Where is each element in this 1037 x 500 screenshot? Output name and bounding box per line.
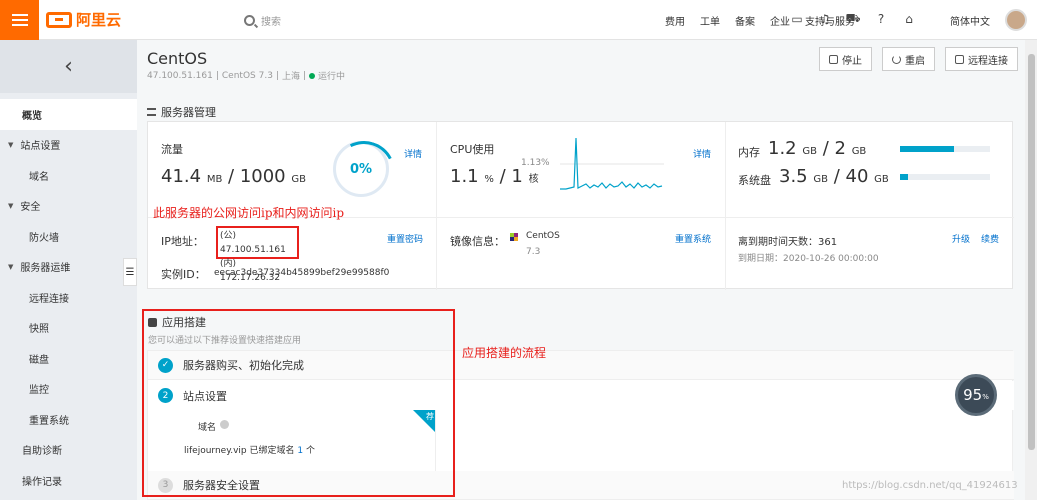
reset-password-link[interactable]: 重置密码 bbox=[387, 232, 423, 245]
top-icons: ▭ ♫ ⛟ ? ⌂ bbox=[789, 11, 917, 27]
restart-button[interactable]: 重启 bbox=[882, 47, 935, 71]
terminal-icon[interactable]: ▭ bbox=[789, 11, 805, 27]
memory-value: 1.2 GB / 2 GB bbox=[768, 138, 867, 159]
help-icon[interactable]: ? bbox=[873, 11, 889, 27]
image-name: CentOS bbox=[526, 231, 560, 241]
expiry-date: 到期日期：2020-10-26 00:00:00 bbox=[738, 254, 879, 264]
sidebar: ‹ 概览站点设置域名安全防火墙服务器运维远程连接快照磁盘监控重置系统自助诊断操作… bbox=[0, 40, 137, 500]
sidebar-item[interactable]: 监控 bbox=[0, 374, 137, 405]
watermark: https://blog.csdn.net/qq_41924613 bbox=[842, 480, 1018, 491]
renew-link[interactable]: 续费 bbox=[981, 232, 999, 245]
ip-label: IP地址： bbox=[161, 235, 204, 248]
sidebar-item[interactable]: 域名 bbox=[0, 160, 137, 191]
memory-label: 内存 bbox=[738, 146, 760, 159]
sidebar-item[interactable]: 重置系统 bbox=[0, 404, 137, 435]
expiry-label: 离到期时间天数：361 bbox=[738, 237, 838, 248]
top-bar: 阿里云 搜索 费用 工单 备案 企业 支持与服务 ▭ ♫ ⛟ ? ⌂ 简体中文 bbox=[0, 0, 1037, 40]
public-ip: (公) 47.100.51.161 bbox=[220, 231, 286, 255]
server-icon bbox=[147, 108, 156, 116]
server-region: 上海 bbox=[281, 72, 300, 82]
server-status: 运行中 bbox=[318, 72, 346, 82]
sidebar-item[interactable]: 防火墙 bbox=[0, 221, 137, 252]
upgrade-link[interactable]: 升级 bbox=[952, 232, 970, 245]
sidebar-item[interactable]: 自助诊断 bbox=[0, 435, 137, 466]
ip-box: (公) 47.100.51.161 (内) 172.17.26.32 bbox=[216, 226, 299, 283]
aliyun-logo[interactable]: 阿里云 bbox=[46, 9, 121, 30]
divider bbox=[725, 122, 726, 290]
disk-value: 3.5 GB / 40 GB bbox=[779, 166, 889, 187]
sidebar-item[interactable]: 概览 bbox=[0, 99, 137, 130]
image-version: 7.3 bbox=[526, 247, 541, 257]
monitor-icon bbox=[955, 54, 964, 64]
search-box[interactable]: 搜索 bbox=[244, 13, 281, 28]
reset-system-link[interactable]: 重置系统 bbox=[675, 232, 711, 245]
traffic-label: 流量 bbox=[161, 143, 183, 156]
sidebar-item[interactable]: 远程连接 bbox=[0, 282, 137, 313]
sidebar-menu: 概览站点设置域名安全防火墙服务器运维远程连接快照磁盘监控重置系统自助诊断操作记录 bbox=[0, 93, 137, 496]
avatar[interactable] bbox=[1005, 9, 1027, 31]
sidebar-item[interactable]: 操作记录 bbox=[0, 465, 137, 496]
sidebar-item[interactable]: 磁盘 bbox=[0, 343, 137, 374]
sidebar-item[interactable]: 快照 bbox=[0, 313, 137, 344]
logo-icon bbox=[46, 11, 72, 28]
menu-icon[interactable] bbox=[0, 0, 39, 40]
nav-icp[interactable]: 备案 bbox=[735, 13, 755, 28]
server-subtitle: 47.100.51.161 | CentOS 7.3 | 上海 | 运行中 bbox=[147, 70, 346, 83]
disk-label: 系统盘 bbox=[738, 174, 771, 187]
ip-annotation: 此服务器的公网访问ip和内网访问ip bbox=[153, 206, 345, 220]
sidebar-item[interactable]: 安全 bbox=[0, 191, 137, 222]
nav-ticket[interactable]: 工单 bbox=[700, 13, 720, 28]
steps-highlight-box bbox=[142, 309, 455, 497]
action-buttons: 停止 重启 远程连接 bbox=[819, 47, 1018, 71]
instance-id: eecac3de37334b45899bef29e99588f0 bbox=[214, 268, 390, 278]
nav-billing[interactable]: 费用 bbox=[665, 13, 685, 28]
server-ip: 47.100.51.161 bbox=[147, 70, 213, 81]
sidebar-item[interactable]: 站点设置 bbox=[0, 130, 137, 161]
search-icon bbox=[244, 15, 255, 26]
centos-icon bbox=[510, 233, 518, 241]
divider bbox=[436, 122, 437, 290]
running-dot-icon bbox=[309, 72, 316, 79]
server-manage-heading: 服务器管理 bbox=[147, 104, 216, 120]
stop-icon bbox=[829, 54, 838, 64]
language-switch[interactable]: 简体中文 bbox=[950, 13, 990, 28]
cart-icon[interactable]: ⛟ bbox=[845, 11, 861, 27]
page-title: CentOS bbox=[147, 49, 208, 68]
traffic-detail-link[interactable]: 详情 bbox=[404, 147, 422, 160]
server-os: CentOS 7.3 bbox=[221, 70, 273, 81]
collapse-handle-icon[interactable]: ☰ bbox=[123, 258, 137, 286]
sidebar-item[interactable]: 服务器运维 bbox=[0, 252, 137, 283]
memory-bar bbox=[900, 146, 990, 152]
instance-label: 实例ID： bbox=[161, 268, 206, 281]
cpu-value: 1.1 % / 1 核 bbox=[450, 166, 539, 187]
image-label: 镜像信息： bbox=[450, 235, 505, 248]
search-placeholder: 搜索 bbox=[261, 17, 281, 28]
scrollbar[interactable] bbox=[1025, 40, 1037, 500]
disk-bar-fill bbox=[900, 174, 909, 180]
flow-annotation: 应用搭建的流程 bbox=[462, 346, 547, 360]
traffic-ring: 0% bbox=[333, 141, 389, 197]
power-icon bbox=[892, 54, 901, 64]
bell-icon[interactable]: ♫ bbox=[817, 11, 833, 27]
nav-enterprise[interactable]: 企业 bbox=[770, 13, 790, 28]
traffic-value: 41.4 MB / 1000 GB bbox=[161, 166, 306, 187]
stop-button[interactable]: 停止 bbox=[819, 47, 872, 71]
cpu-label: CPU使用 bbox=[450, 143, 495, 156]
memory-bar-fill bbox=[900, 146, 954, 152]
cpu-detail-link[interactable]: 详情 bbox=[693, 147, 711, 160]
home-icon[interactable]: ⌂ bbox=[901, 11, 917, 27]
back-chevron-icon[interactable]: ‹ bbox=[0, 40, 137, 93]
scrollbar-thumb[interactable] bbox=[1028, 54, 1035, 450]
score-gauge[interactable]: 95% bbox=[955, 374, 997, 416]
cpu-sparkline bbox=[560, 137, 664, 190]
disk-bar bbox=[900, 174, 990, 180]
remote-connect-button[interactable]: 远程连接 bbox=[945, 47, 1018, 71]
